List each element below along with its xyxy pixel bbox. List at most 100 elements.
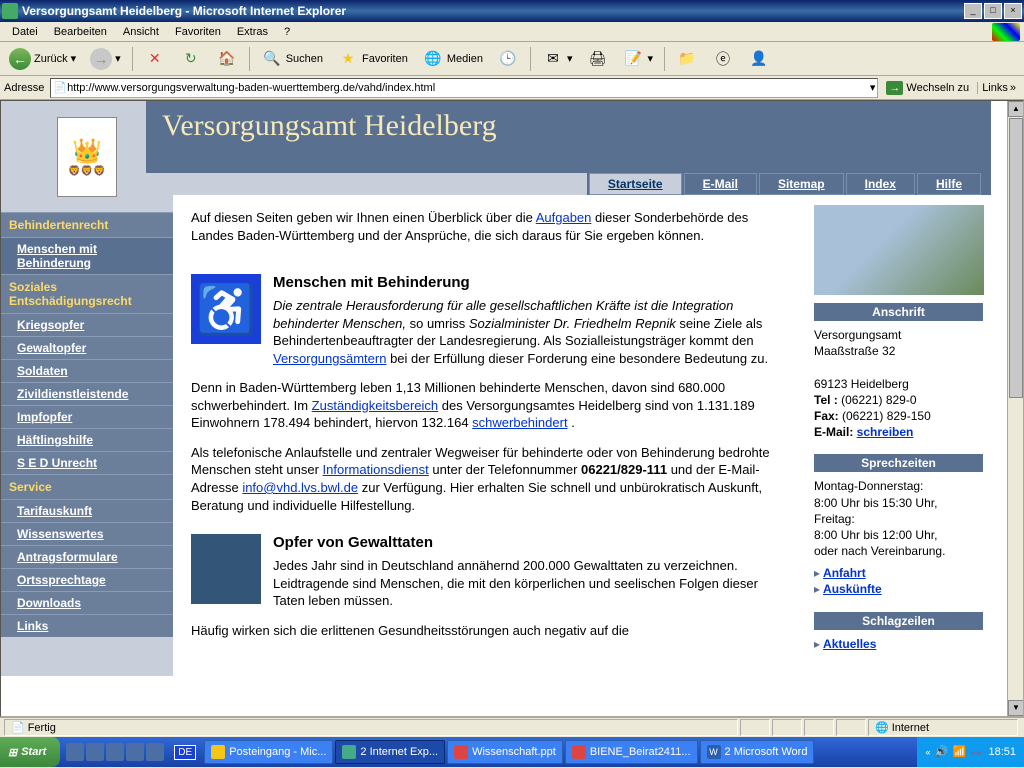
mail-icon: ✉ (542, 48, 564, 70)
clock[interactable]: 18:51 (988, 746, 1016, 758)
menu-bearbeiten[interactable]: Bearbeiten (46, 24, 115, 40)
nav-zivildienstleistende[interactable]: Zivildienstleistende (1, 382, 173, 405)
sidebar: 👑🦁🦁🦁 Behindertenrecht Menschen mit Behin… (1, 195, 173, 676)
status-bar: 📄Fertig 🌐Internet (0, 717, 1024, 737)
stop-button[interactable]: ✕ (139, 45, 171, 73)
ql-icon-2[interactable] (86, 743, 104, 761)
section1-p3: Als telefonische Anlaufstelle und zentra… (191, 444, 788, 514)
link-zustaendigkeitsbereich[interactable]: Zuständigkeitsbereich (312, 398, 438, 413)
link-auskuenfte[interactable]: Auskünfte (823, 582, 882, 596)
edit-button[interactable]: 📝▾ (617, 45, 658, 73)
forward-arrow-icon: → (90, 48, 112, 70)
nav-wissenswertes[interactable]: Wissenswertes (1, 522, 173, 545)
anschrift-body: Versorgungsamt Maaßstraße 32 69123 Heide… (814, 327, 983, 440)
address-input[interactable] (67, 82, 870, 94)
nav-links[interactable]: Links (1, 614, 173, 637)
close-button[interactable]: × (1004, 3, 1022, 19)
nav-kriegsopfer[interactable]: Kriegsopfer (1, 313, 173, 336)
internet-zone-icon: 🌐 (875, 721, 889, 734)
start-button[interactable]: ⊞ Start (0, 737, 60, 767)
page-icon: 📄 (11, 721, 25, 734)
tab-index[interactable]: Index (846, 173, 915, 195)
link-informationsdienst[interactable]: Informationsdienst (323, 462, 429, 477)
link-email-info[interactable]: info@vhd.lvs.bwl.de (242, 480, 358, 495)
scroll-up-button[interactable]: ▲ (1008, 101, 1024, 117)
links-button[interactable]: Links » (977, 82, 1020, 94)
status-panel (836, 719, 866, 736)
link-versorgungsaemtern[interactable]: Versorgungsämtern (273, 351, 386, 366)
chevron-down-icon: ▾ (647, 52, 653, 65)
tray-icon-1[interactable]: 🔊 (934, 745, 948, 759)
task-ie[interactable]: 2 Internet Exp... (335, 740, 445, 764)
scroll-thumb[interactable] (1009, 118, 1023, 398)
quick-launch (66, 743, 164, 761)
tray-expand-icon[interactable]: « (925, 747, 930, 757)
messenger-icon: 👤 (748, 48, 770, 70)
menu-ansicht[interactable]: Ansicht (115, 24, 167, 40)
go-button[interactable]: → Wechseln zu (882, 81, 973, 95)
print-icon: 🖨 (586, 48, 608, 70)
scroll-down-button[interactable]: ▼ (1008, 700, 1024, 716)
search-button[interactable]: 🔍Suchen (256, 45, 328, 73)
ql-icon-1[interactable] (66, 743, 84, 761)
nav-impfopfer[interactable]: Impfopfer (1, 405, 173, 428)
task-word[interactable]: W2 Microsoft Word (700, 740, 815, 764)
media-button[interactable]: 🌐Medien (417, 45, 488, 73)
menu-datei[interactable]: Datei (4, 24, 46, 40)
print-button[interactable]: 🖨 (581, 45, 613, 73)
nav-antragsformulare[interactable]: Antragsformulare (1, 545, 173, 568)
favorites-button[interactable]: ★Favoriten (332, 45, 413, 73)
nav-tarifauskunft[interactable]: Tarifauskunft (1, 499, 173, 522)
mail-button[interactable]: ✉▾ (537, 45, 578, 73)
task-biene[interactable]: BIENE_Beirat2411... (565, 740, 698, 764)
status-panel (740, 719, 770, 736)
task-outlook[interactable]: Posteingang - Mic... (204, 740, 333, 764)
link-anfahrt[interactable]: Anfahrt (823, 566, 866, 580)
forward-button[interactable]: → ▾ (85, 45, 126, 73)
nav-downloads[interactable]: Downloads (1, 591, 173, 614)
windows-flag-icon (992, 23, 1020, 41)
language-indicator[interactable]: DE (174, 745, 196, 760)
tab-startseite[interactable]: Startseite (589, 173, 682, 195)
nav-gewaltopfer[interactable]: Gewaltopfer (1, 336, 173, 359)
nav-soldaten[interactable]: Soldaten (1, 359, 173, 382)
nav-haeftlingshilfe[interactable]: Häftlingshilfe (1, 428, 173, 451)
nav-menschen-mit-behinderung[interactable]: Menschen mit Behinderung (1, 237, 173, 274)
link-schwerbehindert[interactable]: schwerbehindert (472, 415, 567, 430)
toolbar: ← Zurück ▾ → ▾ ✕ ↻ 🏠 🔍Suchen ★Favoriten … (0, 42, 1024, 76)
task-powerpoint[interactable]: Wissenschaft.ppt (447, 740, 563, 764)
stop-icon: ✕ (144, 48, 166, 70)
ql-icon-5[interactable] (146, 743, 164, 761)
tab-email[interactable]: E-Mail (684, 173, 757, 195)
tb-extra-1[interactable]: 📁 (671, 45, 703, 73)
tab-sitemap[interactable]: Sitemap (759, 173, 844, 195)
link-aufgaben[interactable]: Aufgaben (536, 210, 592, 225)
nav-sed-unrecht[interactable]: S E D Unrecht (1, 451, 173, 474)
vertical-scrollbar[interactable]: ▲ ▼ (1007, 101, 1023, 716)
link-email-schreiben[interactable]: schreiben (857, 425, 914, 439)
address-input-wrap[interactable]: 📄 ▾ (50, 78, 878, 98)
menu-favoriten[interactable]: Favoriten (167, 24, 229, 40)
back-button[interactable]: ← Zurück ▾ (4, 45, 81, 73)
tb-extra-3[interactable]: 👤 (743, 45, 775, 73)
history-button[interactable]: 🕒 (492, 45, 524, 73)
refresh-button[interactable]: ↻ (175, 45, 207, 73)
tb-extra-2[interactable]: ⓔ (707, 45, 739, 73)
intro-paragraph: Auf diesen Seiten geben wir Ihnen einen … (191, 209, 788, 244)
powerpoint-icon (572, 745, 586, 759)
tab-hilfe[interactable]: Hilfe (917, 173, 981, 195)
menu-help[interactable]: ? (276, 24, 298, 40)
outlook-icon (211, 745, 225, 759)
restore-button[interactable]: □ (984, 3, 1002, 19)
minimize-button[interactable]: _ (964, 3, 982, 19)
link-aktuelles[interactable]: Aktuelles (823, 637, 876, 651)
powerpoint-icon (454, 745, 468, 759)
tray-icon-2[interactable]: 📶 (952, 745, 966, 759)
ql-icon-4[interactable] (126, 743, 144, 761)
tray-icon-3[interactable]: 〰 (970, 745, 984, 759)
menu-extras[interactable]: Extras (229, 24, 276, 40)
home-button[interactable]: 🏠 (211, 45, 243, 73)
ql-icon-3[interactable] (106, 743, 124, 761)
chevron-down-icon[interactable]: ▾ (870, 81, 876, 94)
nav-ortssprechtage[interactable]: Ortssprechtage (1, 568, 173, 591)
